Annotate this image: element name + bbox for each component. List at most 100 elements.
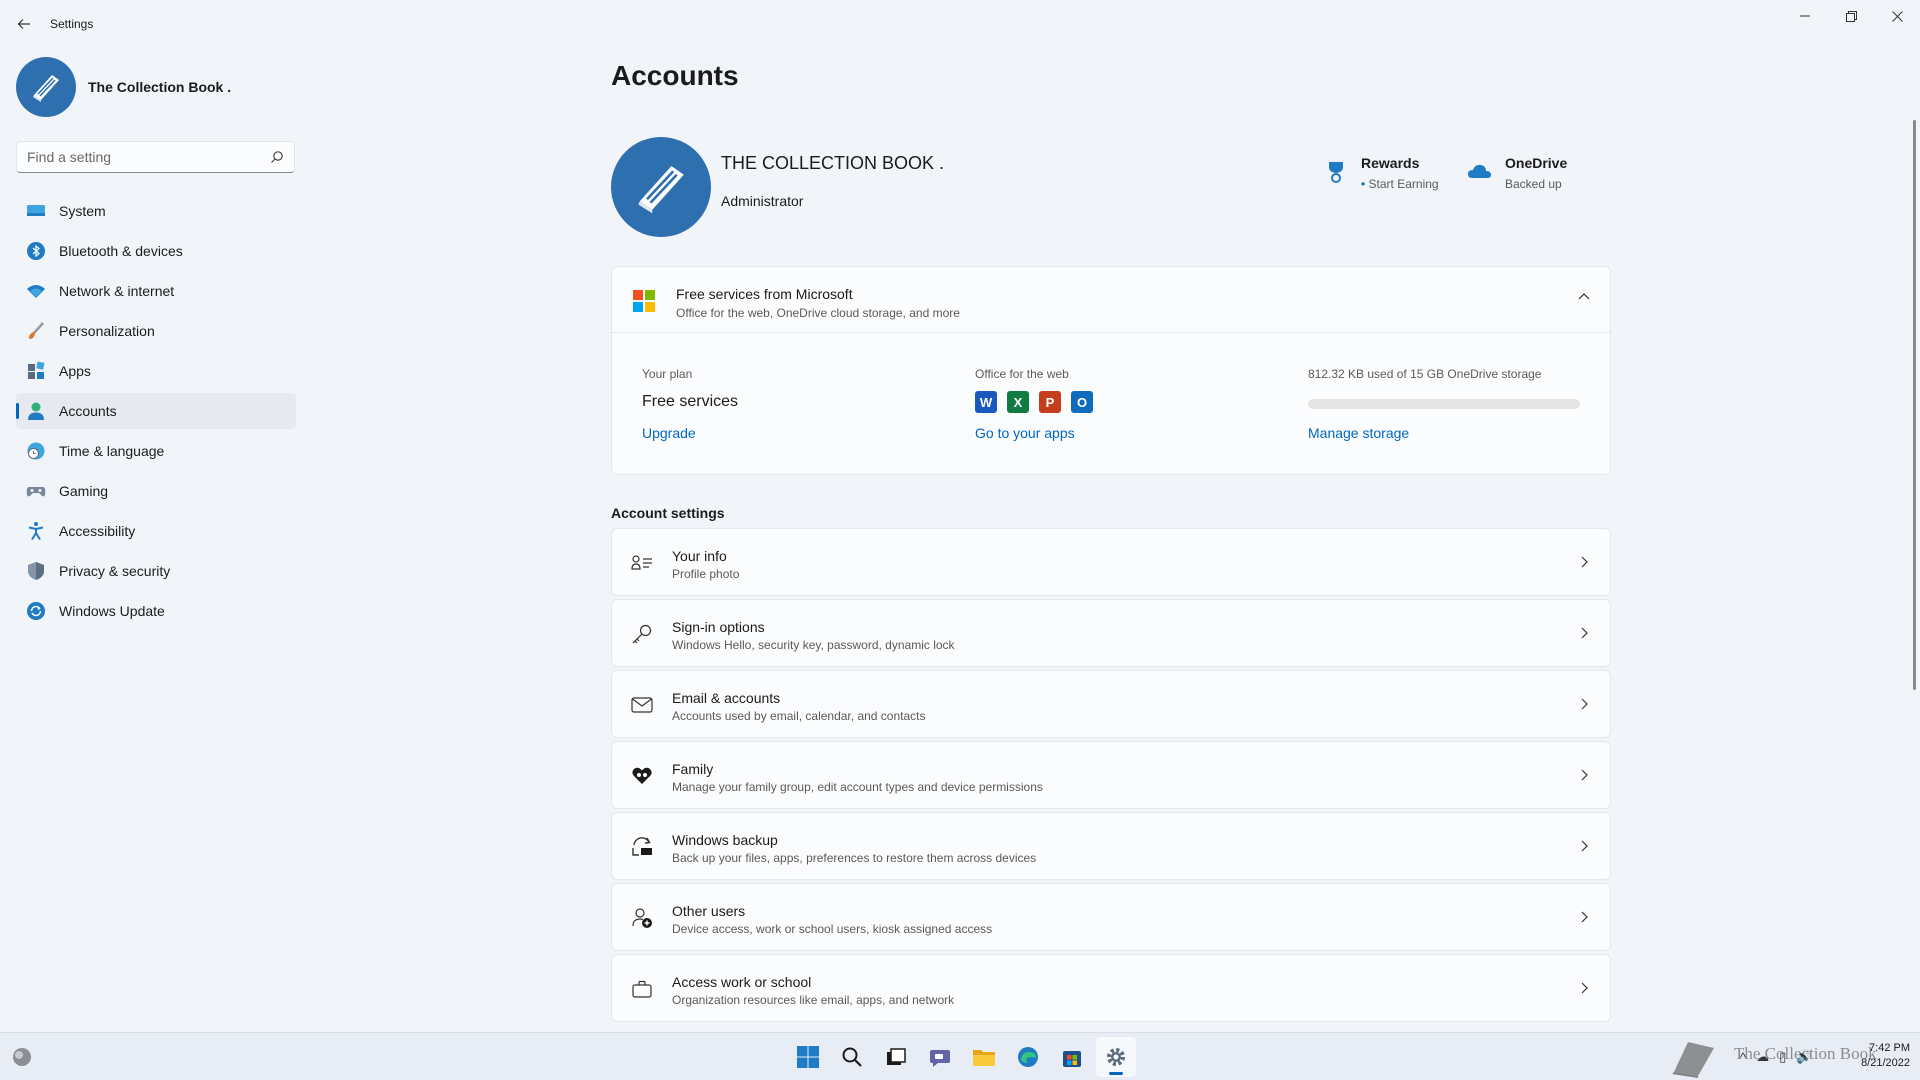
sidebar-item-system[interactable]: System [16,193,296,229]
sidebar-item-windows-update[interactable]: Windows Update [16,593,296,629]
rewards-widget[interactable]: Rewards • Start Earning [1323,155,1439,191]
chevron-right-icon [1581,698,1588,710]
sidebar-item-label: Windows Update [59,603,165,619]
sidebar-item-bluetooth[interactable]: Bluetooth & devices [16,233,296,269]
sidebar-item-label: Accessibility [59,523,136,539]
profile-name: The Collection Book . [88,79,232,95]
store-button[interactable] [1052,1037,1092,1077]
shield-icon [26,561,46,581]
settings-row-access-work-school[interactable]: Access work or school Organization resou… [611,954,1611,1022]
rewards-subtitle: • Start Earning [1361,177,1439,191]
file-explorer-button[interactable] [964,1037,1004,1077]
avatar [16,57,76,117]
scrollbar[interactable] [1913,120,1916,690]
go-to-apps-link[interactable]: Go to your apps [975,425,1075,441]
monitor-icon [26,201,46,221]
account-header: THE COLLECTION BOOK . Administrator Rewa… [611,137,1611,237]
task-view-button[interactable] [876,1037,916,1077]
account-avatar[interactable] [611,137,711,237]
rewards-title: Rewards [1361,155,1420,171]
sidebar-item-label: Privacy & security [59,563,171,579]
office-app-w-icon: W [975,391,997,413]
settings-row-windows-backup[interactable]: Windows backup Back up your files, apps,… [611,812,1611,880]
store-icon [1063,1051,1081,1067]
sidebar-item-time-language[interactable]: Time & language [16,433,296,469]
account-name: THE COLLECTION BOOK . [721,153,945,173]
sidebar-item-accounts[interactable]: Accounts [16,393,296,429]
settings-row-family[interactable]: Family Manage your family group, edit ac… [611,741,1611,809]
chevron-up-icon[interactable] [1578,291,1590,303]
search-input[interactable] [27,142,257,172]
sidebar-item-label: Time & language [59,443,165,459]
settings-row-your-info[interactable]: Your info Profile photo [611,528,1611,596]
teams-chat-button[interactable] [920,1037,960,1077]
book-icon [33,75,59,102]
bluetooth-icon [26,241,46,261]
minimize-button[interactable] [1782,0,1828,32]
taskbar-apps [788,1037,1140,1077]
gear-icon [1107,1048,1125,1066]
widgets-button[interactable] [10,1045,34,1069]
settings-app-button[interactable] [1096,1037,1136,1077]
storage-label: 812.32 KB used of 15 GB OneDrive storage [1308,367,1542,381]
row-title: Family [672,761,714,777]
settings-row-email-accounts[interactable]: Email & accounts Accounts used by email,… [611,670,1611,738]
chevron-right-icon [1581,627,1588,639]
sidebar-item-personalization[interactable]: Personalization [16,313,296,349]
gamepad-icon [26,481,46,501]
plan-value: Free services [642,393,739,410]
wifi-icon [26,281,46,301]
search-icon[interactable] [270,150,284,164]
onedrive-title: OneDrive [1505,155,1568,171]
backup-icon [630,835,654,859]
mail-icon [630,693,654,717]
back-button[interactable] [12,12,36,36]
office-app-o-icon: O [1071,391,1093,413]
book-icon [638,166,684,214]
row-title: Sign-in options [672,619,765,635]
sidebar-profile[interactable]: The Collection Book . [16,57,231,117]
row-subtitle: Back up your files, apps, preferences to… [672,851,1037,865]
key-icon [630,622,654,646]
person-card-icon [630,551,654,575]
page-title: Accounts [611,60,739,91]
windows-logo-icon [797,1046,819,1068]
row-subtitle: Manage your family group, edit account t… [672,780,1043,794]
onedrive-widget[interactable]: OneDrive Backed up [1467,155,1567,191]
settings-row-other-users[interactable]: Other users Device access, work or schoo… [611,883,1611,951]
manage-storage-link[interactable]: Manage storage [1308,425,1409,441]
free-services-subtitle: Office for the web, OneDrive cloud stora… [676,306,960,320]
close-icon [1891,10,1903,22]
arrow-left-icon [17,19,30,29]
upgrade-link[interactable]: Upgrade [642,425,696,441]
settings-row-sign-in-options[interactable]: Sign-in options Windows Hello, security … [611,599,1611,667]
plan-column: Your plan Free services Upgrade [642,367,738,443]
row-title: Access work or school [672,974,812,990]
weather-icon [13,1048,31,1066]
sidebar-item-apps[interactable]: Apps [16,353,296,389]
office-column: Office for the web WXPO Go to your apps [975,367,1103,443]
free-services-header[interactable]: Free services from Microsoft Office for … [612,267,1610,333]
sidebar-item-label: Bluetooth & devices [59,243,183,259]
taskbar-search-button[interactable] [832,1037,872,1077]
sidebar-nav: System Bluetooth & devices Network & int… [16,193,296,633]
briefcase-icon [630,977,654,1001]
add-user-icon [630,906,654,930]
close-button[interactable] [1874,0,1920,32]
start-button[interactable] [788,1037,828,1077]
sidebar-item-label: Gaming [59,483,109,499]
row-subtitle: Organization resources like email, apps,… [672,993,955,1007]
person-icon [26,401,46,421]
sidebar-item-privacy[interactable]: Privacy & security [16,553,296,589]
search-box[interactable] [16,141,295,173]
office-label: Office for the web [975,367,1069,381]
status-dot-icon: • [1361,177,1366,191]
folder-icon [973,1050,995,1066]
restore-button[interactable] [1828,0,1874,32]
title-bar: Settings [0,0,1920,48]
sidebar-item-gaming[interactable]: Gaming [16,473,296,509]
sidebar-item-accessibility[interactable]: Accessibility [16,513,296,549]
sidebar-item-network[interactable]: Network & internet [16,273,296,309]
edge-button[interactable] [1008,1037,1048,1077]
row-subtitle: Device access, work or school users, kio… [672,922,993,936]
